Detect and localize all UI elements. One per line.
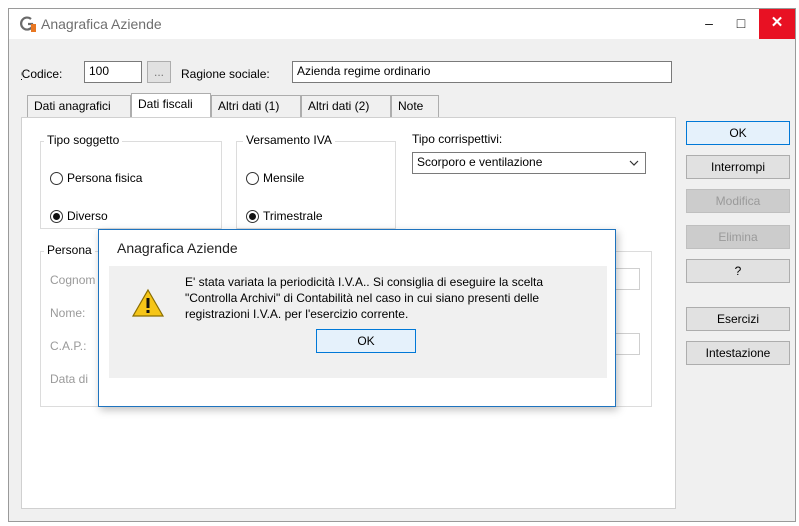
dialog-body: E' stata variata la periodicità I.V.A.. … xyxy=(109,266,607,378)
receipts-type-select[interactable]: Scorporo e ventilazione xyxy=(412,152,646,174)
dialog-message-line-3: registrazioni I.V.A. per l'esercizio cor… xyxy=(185,307,409,321)
company-name-label: Ragione sociale: xyxy=(181,67,270,81)
dialog-title: Anagrafica Aziende xyxy=(117,240,238,256)
person-group-title: Persona xyxy=(44,243,95,257)
name-label: Nome: xyxy=(50,306,86,320)
help-button[interactable]: ? xyxy=(686,259,790,283)
radio-label: Mensile xyxy=(263,171,305,185)
subject-type-title: Tipo soggetto xyxy=(44,133,123,147)
modifica-button[interactable]: Modifica xyxy=(686,189,790,213)
close-icon: ✕ xyxy=(770,14,784,31)
radio-circle-checked xyxy=(50,210,63,223)
maximize-icon: □ xyxy=(736,15,746,31)
warning-icon xyxy=(131,288,165,317)
receipts-type-value: Scorporo e ventilazione xyxy=(417,155,543,169)
radio-label: Diverso xyxy=(67,209,108,223)
radio-persona-fisica[interactable]: Persona fisica xyxy=(50,170,210,188)
title-bar[interactable]: Anagrafica Aziende – □ ✕ xyxy=(9,9,795,39)
elimina-button[interactable]: Elimina xyxy=(686,225,790,249)
tab-altri-dati-2[interactable]: Altri dati (2) xyxy=(301,95,391,117)
company-name-field[interactable]: Azienda regime ordinario xyxy=(292,61,672,83)
ok-button[interactable]: OK xyxy=(686,121,790,145)
radio-circle xyxy=(50,172,63,185)
surname-label: Cognom xyxy=(50,273,96,287)
tab-dati-anagrafici[interactable]: Dati anagrafici xyxy=(27,95,131,117)
radio-label: Persona fisica xyxy=(67,171,143,185)
esercizi-button[interactable]: Esercizi xyxy=(686,307,790,331)
dialog-message-line-2: "Controlla Archivi" di Contabilità nel c… xyxy=(185,291,540,305)
receipts-type-label: Tipo corrispettivi: xyxy=(412,132,503,146)
vat-payment-title: Versamento IVA xyxy=(243,133,335,147)
interrompi-button[interactable]: Interrompi xyxy=(686,155,790,179)
minimize-button[interactable]: – xyxy=(693,9,725,39)
dialog-message-line-1: E' stata variata la periodicità I.V.A.. … xyxy=(185,275,544,289)
maximize-button[interactable]: □ xyxy=(725,9,757,39)
dialog-ok-button[interactable]: OK xyxy=(316,329,416,353)
warning-dialog: Anagrafica Aziende E' stata variata la p… xyxy=(98,229,616,407)
tab-note[interactable]: Note xyxy=(391,95,439,117)
intestazione-button[interactable]: Intestazione xyxy=(686,341,790,365)
tab-altri-dati-1[interactable]: Altri dati (1) xyxy=(211,95,301,117)
code-field[interactable]: 100 xyxy=(84,61,142,83)
tab-dati-fiscali[interactable]: Dati fiscali xyxy=(131,93,211,117)
radio-circle xyxy=(246,172,259,185)
radio-mensile[interactable]: Mensile xyxy=(246,170,386,188)
app-logo-icon xyxy=(20,16,36,32)
radio-circle-checked xyxy=(246,210,259,223)
code-label: CCodice: xyxy=(21,67,63,81)
code-lookup-button[interactable]: ... xyxy=(147,61,171,83)
close-button[interactable]: ✕ xyxy=(759,9,795,39)
chevron-down-icon xyxy=(629,160,639,166)
window-title: Anagrafica Aziende xyxy=(41,16,162,32)
radio-diverso[interactable]: Diverso xyxy=(50,208,210,226)
radio-trimestrale[interactable]: Trimestrale xyxy=(246,208,386,226)
postal-code-label: C.A.P.: xyxy=(50,339,87,353)
birth-date-label: Data di xyxy=(50,372,89,386)
radio-label: Trimestrale xyxy=(263,209,323,223)
code-label-text: Codice: xyxy=(21,67,63,81)
minimize-icon: – xyxy=(705,15,713,31)
